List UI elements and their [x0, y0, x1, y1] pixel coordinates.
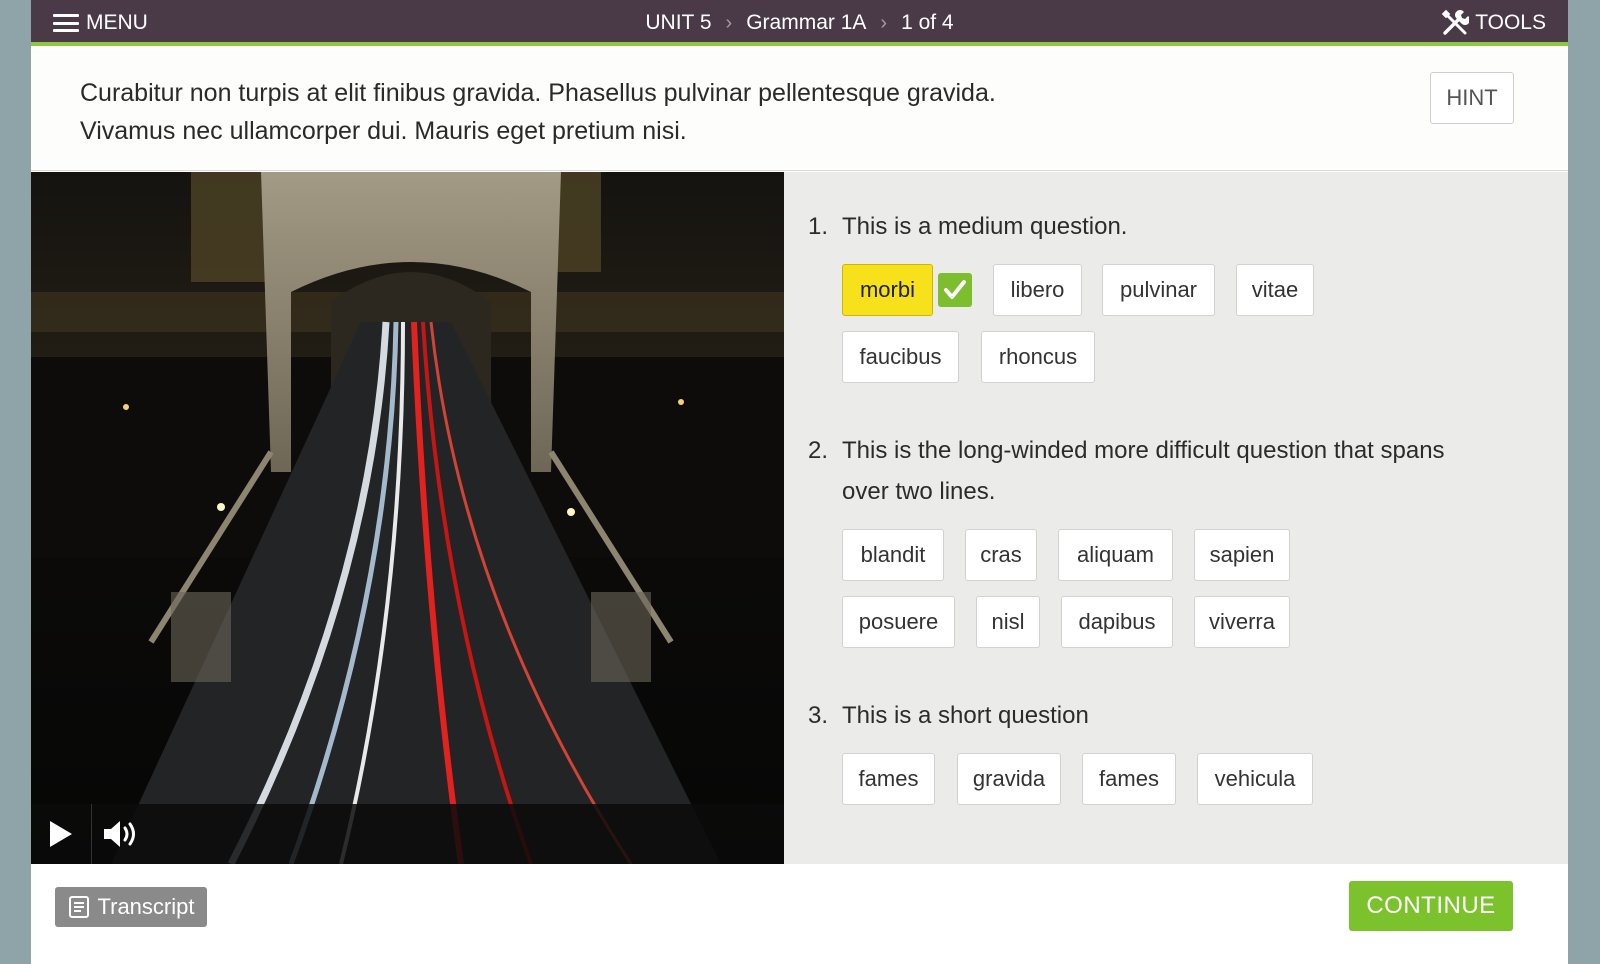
answer-chip[interactable]: aliquam — [1058, 529, 1173, 581]
breadcrumb-unit[interactable]: UNIT 5 — [645, 11, 711, 35]
question-3: 3. This is a short question — [808, 695, 1462, 736]
answer-chip[interactable]: dapibus — [1061, 596, 1173, 648]
instruction-panel: Curabitur non turpis at elit finibus gra… — [31, 50, 1568, 171]
questions-panel: 1. This is a medium question. morbi libe… — [784, 172, 1568, 864]
question-text: This is a medium question. — [842, 213, 1128, 240]
volume-button[interactable] — [91, 804, 151, 864]
answer-chip[interactable]: cras — [965, 529, 1037, 581]
chevron-right-icon: › — [880, 11, 888, 34]
continue-button[interactable]: CONTINUE — [1349, 881, 1513, 931]
answer-chip[interactable]: fames — [1082, 753, 1176, 805]
answer-chip[interactable]: blandit — [842, 529, 944, 581]
document-icon — [68, 896, 89, 918]
breadcrumb-lesson[interactable]: Grammar 1A — [746, 11, 866, 35]
answer-chip[interactable]: gravida — [957, 753, 1061, 805]
play-button[interactable] — [31, 804, 91, 864]
hint-button[interactable]: HINT — [1430, 72, 1514, 124]
question-2: 2. This is the long-winded more difficul… — [808, 430, 1462, 512]
top-bar: MENU UNIT 5 › Grammar 1A › 1 of 4 TOOLS — [31, 0, 1568, 46]
answer-chip[interactable]: vehicula — [1197, 753, 1313, 805]
answer-chip[interactable]: pulvinar — [1102, 264, 1215, 316]
answer-chip[interactable]: vitae — [1236, 264, 1314, 316]
answer-chip[interactable]: nisl — [976, 596, 1040, 648]
video-controls — [31, 804, 784, 864]
answer-chip-selected[interactable]: morbi — [842, 264, 933, 316]
question-text: This is the long-winded more difficult q… — [842, 437, 1445, 505]
checkmark-icon — [938, 273, 972, 307]
breadcrumb-progress: 1 of 4 — [901, 11, 954, 34]
breadcrumb: UNIT 5 › Grammar 1A › 1 of 4 — [31, 9, 1568, 37]
transcript-label: Transcript — [97, 894, 195, 919]
chevron-right-icon: › — [725, 11, 733, 34]
answer-chip[interactable]: posuere — [842, 596, 955, 648]
bottom-bar: Transcript CONTINUE — [31, 864, 1568, 964]
question-1: 1. This is a medium question. — [808, 206, 1462, 247]
volume-icon — [103, 821, 135, 847]
tools-icon — [1441, 9, 1470, 35]
instruction-line-1: Curabitur non turpis at elit finibus gra… — [80, 79, 996, 107]
play-icon — [50, 821, 72, 847]
question-number: 2. — [808, 437, 829, 464]
question-number: 1. — [808, 213, 829, 240]
lesson-frame: MENU UNIT 5 › Grammar 1A › 1 of 4 TOOLS … — [31, 0, 1568, 964]
tools-button[interactable]: TOOLS — [1441, 8, 1546, 38]
answer-chip[interactable]: fames — [842, 753, 935, 805]
question-number: 3. — [808, 702, 829, 729]
instruction-line-2: Vivamus nec ullamcorper dui. Mauris eget… — [80, 117, 687, 145]
tools-label: TOOLS — [1475, 11, 1546, 34]
instruction-text: Curabitur non turpis at elit finibus gra… — [80, 74, 1180, 150]
video-player[interactable] — [31, 172, 784, 864]
answer-chip[interactable]: libero — [993, 264, 1082, 316]
bridge-night-image — [31, 172, 784, 864]
transcript-button[interactable]: Transcript — [55, 887, 207, 927]
answer-chip[interactable]: sapien — [1194, 529, 1290, 581]
question-text: This is a short question — [842, 702, 1089, 729]
answer-chip[interactable]: rhoncus — [981, 331, 1095, 383]
answer-chip[interactable]: viverra — [1194, 596, 1290, 648]
answer-chip[interactable]: faucibus — [842, 331, 959, 383]
